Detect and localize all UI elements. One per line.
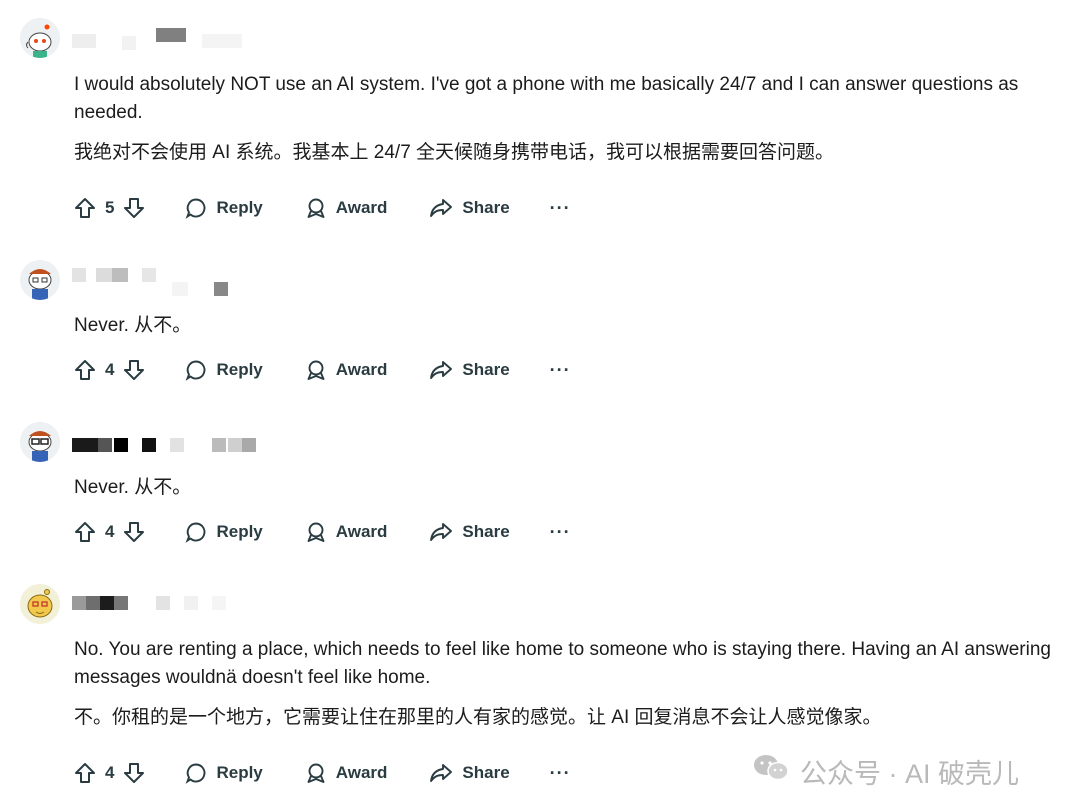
- share-icon: [430, 523, 453, 541]
- award-label: Award: [335, 522, 388, 541]
- reply-icon: [186, 198, 206, 219]
- snoo-avatar-icon: [20, 260, 60, 300]
- share-button[interactable]: Share: [429, 359, 510, 381]
- share-label: Share: [462, 763, 510, 782]
- reply-icon: [186, 360, 206, 381]
- share-button[interactable]: Share: [429, 521, 510, 543]
- award-button[interactable]: Award: [305, 521, 388, 543]
- comment-actions: 5 Reply Award Share ···: [74, 193, 571, 223]
- award-label: Award: [335, 763, 388, 782]
- reply-icon: [186, 522, 206, 543]
- username-redacted[interactable]: [72, 28, 262, 50]
- user-avatar[interactable]: [20, 584, 60, 624]
- upvote-icon[interactable]: [74, 359, 96, 381]
- comment-text-zh: 不。你租的是一个地方，它需要让住在那里的人有家的感觉。让 AI 回复消息不会让人…: [74, 707, 882, 728]
- award-button[interactable]: Award: [305, 197, 388, 219]
- user-avatar[interactable]: [20, 18, 60, 58]
- vote-count: 4: [105, 360, 115, 379]
- comment-text-en: Never. 从不。: [74, 477, 192, 498]
- snoo-avatar-icon: [20, 584, 60, 624]
- comment-text-en: I would absolutely NOT use an AI system.…: [74, 74, 1019, 123]
- award-label: Award: [335, 360, 388, 379]
- comment-actions: 4 Reply Award Share ···: [74, 355, 571, 385]
- watermark: 公众号 · AI 破壳儿: [752, 752, 1019, 791]
- reply-icon: [186, 763, 206, 784]
- vote-group: 4: [74, 762, 145, 784]
- upvote-icon[interactable]: [74, 197, 96, 219]
- downvote-icon[interactable]: [123, 762, 145, 784]
- share-label: Share: [462, 522, 510, 541]
- upvote-icon[interactable]: [74, 521, 96, 543]
- snoo-avatar-icon: [20, 422, 60, 462]
- reply-button[interactable]: Reply: [185, 197, 263, 219]
- username-redacted[interactable]: [72, 438, 272, 460]
- award-icon: [307, 198, 325, 218]
- reply-button[interactable]: Reply: [185, 521, 263, 543]
- reply-label: Reply: [216, 198, 263, 217]
- vote-count: 4: [105, 763, 115, 782]
- share-icon: [430, 199, 453, 217]
- award-button[interactable]: Award: [305, 762, 388, 784]
- award-icon: [307, 763, 325, 783]
- award-label: Award: [335, 198, 388, 217]
- username-redacted[interactable]: [72, 268, 262, 296]
- award-icon: [307, 360, 325, 380]
- downvote-icon[interactable]: [123, 359, 145, 381]
- more-options-icon[interactable]: ···: [550, 522, 571, 543]
- comment-text-zh: 我绝对不会使用 AI 系统。我基本上 24/7 全天候随身携带电话，我可以根据需…: [74, 142, 835, 163]
- comment-text-en: No. You are renting a place, which needs…: [74, 639, 1051, 688]
- snoo-avatar-icon: [20, 18, 60, 58]
- vote-group: 5: [74, 197, 145, 219]
- vote-count: 5: [105, 198, 115, 217]
- comment-text-en: Never. 从不。: [74, 315, 192, 336]
- share-button[interactable]: Share: [429, 197, 510, 219]
- reply-button[interactable]: Reply: [185, 762, 263, 784]
- user-avatar[interactable]: [20, 260, 60, 300]
- wechat-icon: [752, 752, 790, 791]
- more-options-icon[interactable]: ···: [550, 198, 571, 219]
- comment-actions: 4 Reply Award Share ···: [74, 758, 571, 788]
- vote-group: 4: [74, 521, 145, 543]
- share-icon: [430, 361, 453, 379]
- downvote-icon[interactable]: [123, 521, 145, 543]
- award-button[interactable]: Award: [305, 359, 388, 381]
- comment-actions: 4 Reply Award Share ···: [74, 517, 571, 547]
- more-options-icon[interactable]: ···: [550, 360, 571, 381]
- share-label: Share: [462, 360, 510, 379]
- vote-count: 4: [105, 522, 115, 541]
- reply-button[interactable]: Reply: [185, 359, 263, 381]
- share-label: Share: [462, 198, 510, 217]
- reply-label: Reply: [216, 763, 263, 782]
- username-redacted[interactable]: [72, 596, 272, 618]
- watermark-text: 公众号 · AI 破壳儿: [800, 759, 1020, 789]
- share-icon: [430, 764, 453, 782]
- share-button[interactable]: Share: [429, 762, 510, 784]
- reply-label: Reply: [216, 522, 263, 541]
- upvote-icon[interactable]: [74, 762, 96, 784]
- downvote-icon[interactable]: [123, 197, 145, 219]
- user-avatar[interactable]: [20, 422, 60, 462]
- vote-group: 4: [74, 359, 145, 381]
- more-options-icon[interactable]: ···: [550, 763, 571, 784]
- reply-label: Reply: [216, 360, 263, 379]
- award-icon: [307, 522, 325, 542]
